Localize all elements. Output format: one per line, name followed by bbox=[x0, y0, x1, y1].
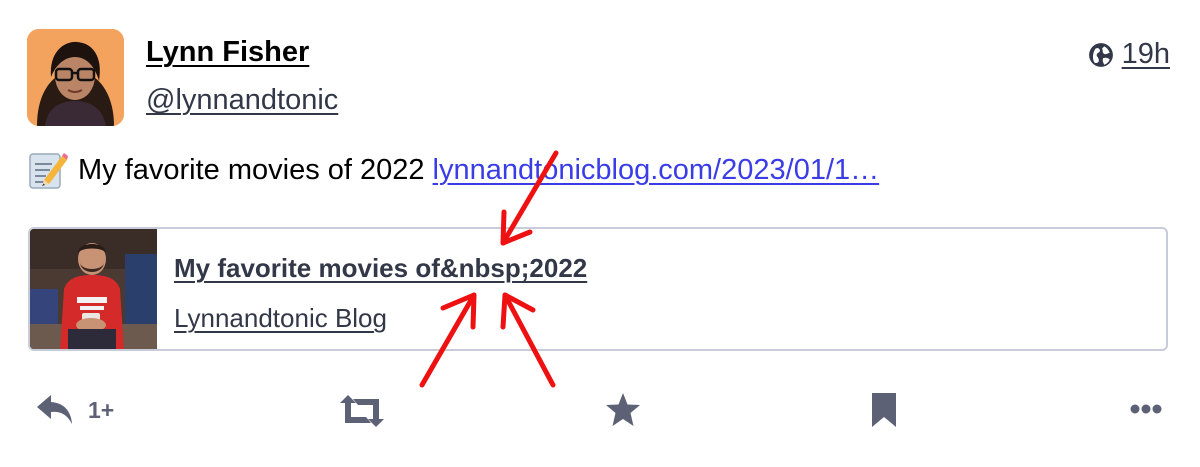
reply-count: 1+ bbox=[88, 396, 115, 423]
status-content: My favorite movies of 2022 lynnandtonicb… bbox=[28, 150, 879, 190]
card-thumbnail bbox=[30, 229, 157, 349]
avatar[interactable] bbox=[27, 29, 124, 126]
bookmark-button[interactable] bbox=[870, 393, 898, 427]
link-preview-card[interactable]: My favorite movies of&nbsp;2022 Lynnandt… bbox=[28, 227, 1168, 351]
more-icon bbox=[1130, 404, 1162, 414]
status-meta: 19h bbox=[1088, 38, 1170, 71]
reply-icon bbox=[37, 395, 72, 424]
card-provider[interactable]: Lynnandtonic Blog bbox=[174, 303, 387, 334]
globe-icon bbox=[1088, 42, 1113, 67]
account-handle[interactable]: @lynnandtonic bbox=[146, 84, 338, 117]
bookmark-icon bbox=[872, 393, 896, 427]
status-link[interactable]: lynnandtonicblog.com/2023/01/1… bbox=[433, 154, 880, 187]
boost-icon bbox=[340, 395, 384, 427]
display-name[interactable]: Lynn Fisher bbox=[146, 36, 309, 69]
star-icon bbox=[606, 393, 640, 426]
card-title[interactable]: My favorite movies of&nbsp;2022 bbox=[174, 253, 587, 284]
timestamp-link[interactable]: 19h bbox=[1122, 38, 1170, 71]
status-post: Lynn Fisher @lynnandtonic 19h My favorit… bbox=[0, 0, 1200, 467]
boost-button[interactable] bbox=[340, 395, 384, 427]
status-text: My favorite movies of 2022 bbox=[78, 153, 425, 186]
avatar-image bbox=[27, 29, 124, 126]
more-button[interactable] bbox=[1130, 403, 1162, 415]
memo-emoji-icon bbox=[29, 153, 68, 189]
reply-button[interactable]: 1+ bbox=[36, 393, 114, 427]
favourite-button[interactable] bbox=[605, 393, 641, 427]
